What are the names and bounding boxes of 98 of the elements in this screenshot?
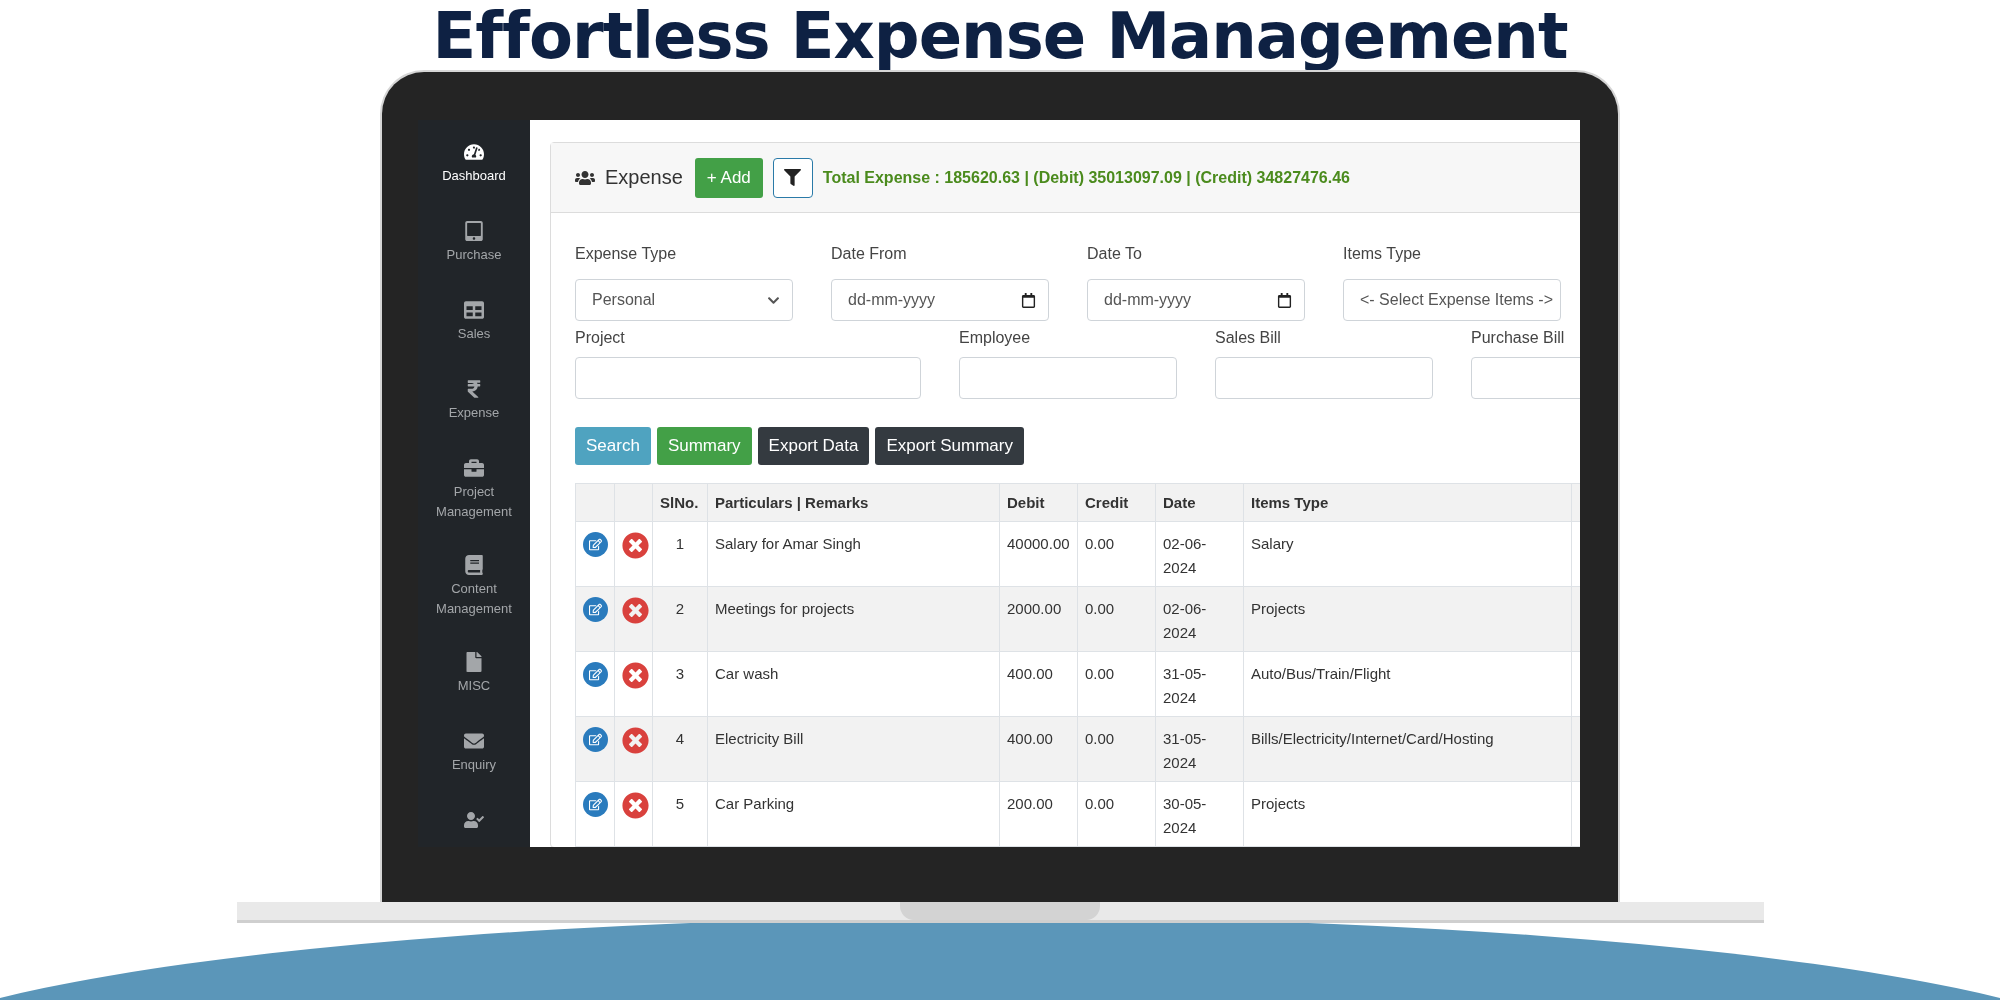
edit-icon: [589, 798, 602, 811]
select-field[interactable]: Personal: [575, 279, 793, 321]
table-cell: 4: [652, 716, 708, 782]
column-header: Credit: [1077, 483, 1156, 522]
table-cell: 31-05-2024: [1155, 651, 1244, 717]
table-cell: Auto/Bus/Train/Flight: [1243, 651, 1572, 717]
table-cell: 2000.00: [999, 586, 1078, 652]
briefcase-icon: [464, 458, 484, 478]
text-field[interactable]: [575, 357, 921, 399]
edit-button[interactable]: [583, 662, 608, 687]
column-header: SlNo.: [652, 483, 708, 522]
field-label: Date From: [831, 245, 908, 264]
table-cell: Projects: [1243, 781, 1572, 847]
sidebar-item[interactable]: Project Management: [418, 458, 530, 555]
date-field[interactable]: dd-mm-yyyy: [831, 279, 1049, 321]
field-label: Date To: [1087, 245, 1143, 264]
table-cell: 02-06-2024: [1155, 586, 1244, 652]
table-cell: Car wash: [707, 651, 1000, 717]
table-cell: Bills/Electricity/Internet/Card/Hosting: [1243, 716, 1572, 782]
sidebar-item[interactable]: Enquiry: [418, 731, 530, 810]
table-cell: 0.00: [1077, 521, 1156, 587]
sidebar-item[interactable]: MISC: [418, 652, 530, 731]
table-cell: 0.00: [1077, 586, 1156, 652]
table-cell: 5: [652, 781, 708, 847]
delete-icon: [622, 532, 649, 559]
edit-icon: [589, 538, 602, 551]
table-cell: 30-05-2024: [1155, 781, 1244, 847]
sidebar-item[interactable]: Purchase: [418, 221, 530, 300]
calendar-icon: [1277, 292, 1292, 308]
edit-button[interactable]: [583, 792, 608, 817]
table-cell: 40000.00: [999, 521, 1078, 587]
card-title: Expense: [605, 166, 683, 189]
column-header: Items Type: [1243, 483, 1572, 522]
table-cell: Electricity Bill: [707, 716, 1000, 782]
table-cell: 2: [652, 586, 708, 652]
dashboard-gauge-icon: [464, 142, 484, 162]
field-label: Items Type: [1343, 245, 1422, 264]
sidebar-item[interactable]: Dashboard: [418, 142, 530, 221]
table-cell: 31-05-2024: [1155, 716, 1244, 782]
table-cell: 0.00: [1077, 781, 1156, 847]
user-check-icon[interactable]: [464, 810, 484, 830]
table-cell: Salary: [1243, 521, 1572, 587]
table-cell: Meetings for projects: [707, 586, 1000, 652]
envelope-icon: [464, 731, 484, 751]
table-cell: 200.00: [999, 781, 1078, 847]
sidebar-item[interactable]: Expense: [418, 379, 530, 458]
text-field[interactable]: [959, 357, 1177, 399]
table-cell: 400.00: [999, 651, 1078, 717]
delete-button[interactable]: [622, 532, 649, 559]
select-field[interactable]: <- Select Expense Items ->: [1343, 279, 1561, 321]
total-summary: Total Expense : 185620.63 | (Debit) 35013097.09 | (Credit) 34827476.46: [822, 168, 1350, 187]
add-button[interactable]: + Add: [694, 157, 763, 198]
edit-icon: [589, 603, 602, 616]
delete-icon: [622, 662, 649, 689]
edit-button[interactable]: [583, 532, 608, 557]
table-cell: 02-06-2024: [1155, 521, 1244, 587]
file-icon: [464, 652, 484, 672]
action-button[interactable]: Summary: [656, 427, 752, 465]
delete-icon: [622, 792, 649, 819]
delete-button[interactable]: [622, 792, 649, 819]
field-label: Expense Type: [575, 245, 678, 264]
table-cell: Projects: [1243, 586, 1572, 652]
field-label: Employee: [959, 329, 1032, 348]
filter-button[interactable]: [772, 157, 813, 198]
field-label: Purchase Bill: [1471, 329, 1566, 348]
edit-button[interactable]: [583, 727, 608, 752]
filter-icon: [784, 169, 802, 186]
sidebar-item[interactable]: Sales: [418, 300, 530, 379]
date-field[interactable]: dd-mm-yyyy: [1087, 279, 1305, 321]
table-cell: 0.00: [1077, 651, 1156, 717]
delete-icon: [622, 727, 649, 754]
text-field[interactable]: [1215, 357, 1433, 399]
action-button[interactable]: Export Data: [757, 427, 870, 465]
table-cell: 400.00: [999, 716, 1078, 782]
field-label: Sales Bill: [1215, 329, 1282, 348]
table-cell: 0.00: [1077, 716, 1156, 782]
table-icon: [464, 300, 484, 320]
delete-icon: [622, 597, 649, 624]
edit-icon: [589, 733, 602, 746]
edit-icon: [589, 668, 602, 681]
column-header: Date: [1155, 483, 1244, 522]
delete-button[interactable]: [622, 662, 649, 689]
column-header: Debit: [999, 483, 1078, 522]
delete-button[interactable]: [622, 597, 649, 624]
action-button[interactable]: Export Summary: [875, 427, 1024, 465]
table-cell: 1: [652, 521, 708, 587]
book-icon: [464, 555, 484, 575]
column-header: Particulars | Remarks: [707, 483, 1000, 522]
table-cell: Car Parking: [707, 781, 1000, 847]
headline: Effortless Expense Management: [432, 0, 1568, 70]
field-label: Project: [575, 329, 626, 348]
calendar-icon: [1021, 292, 1036, 308]
sidebar-item[interactable]: Content Management: [418, 555, 530, 652]
tablet-icon: [464, 221, 484, 241]
edit-button[interactable]: [583, 597, 608, 622]
delete-button[interactable]: [622, 727, 649, 754]
table-cell: 3: [652, 651, 708, 717]
table-cell: Salary for Amar Singh: [707, 521, 1000, 587]
